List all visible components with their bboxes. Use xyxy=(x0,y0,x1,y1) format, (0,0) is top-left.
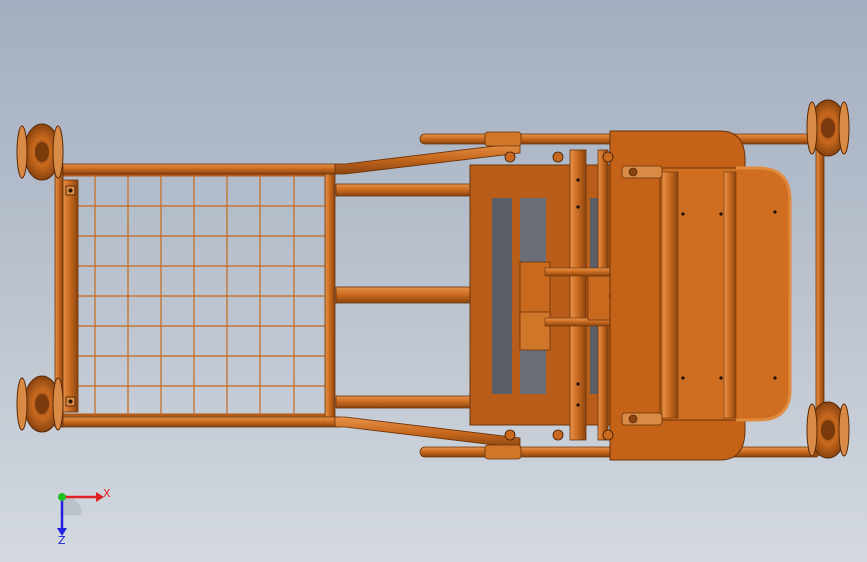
x-axis-label: X xyxy=(103,487,111,500)
wheel-bottom-left[interactable] xyxy=(16,375,64,433)
seat-panel[interactable] xyxy=(609,130,792,461)
wheel-top-right[interactable] xyxy=(806,99,850,157)
cad-viewport[interactable]: X Z xyxy=(0,0,867,562)
z-axis-label: Z xyxy=(58,534,66,547)
y-axis-dot xyxy=(58,493,66,501)
wheel-bottom-right[interactable] xyxy=(806,401,850,459)
wire-basket[interactable] xyxy=(58,171,336,425)
orientation-triad[interactable]: X Z xyxy=(57,487,111,547)
wheel-top-left[interactable] xyxy=(16,123,64,181)
